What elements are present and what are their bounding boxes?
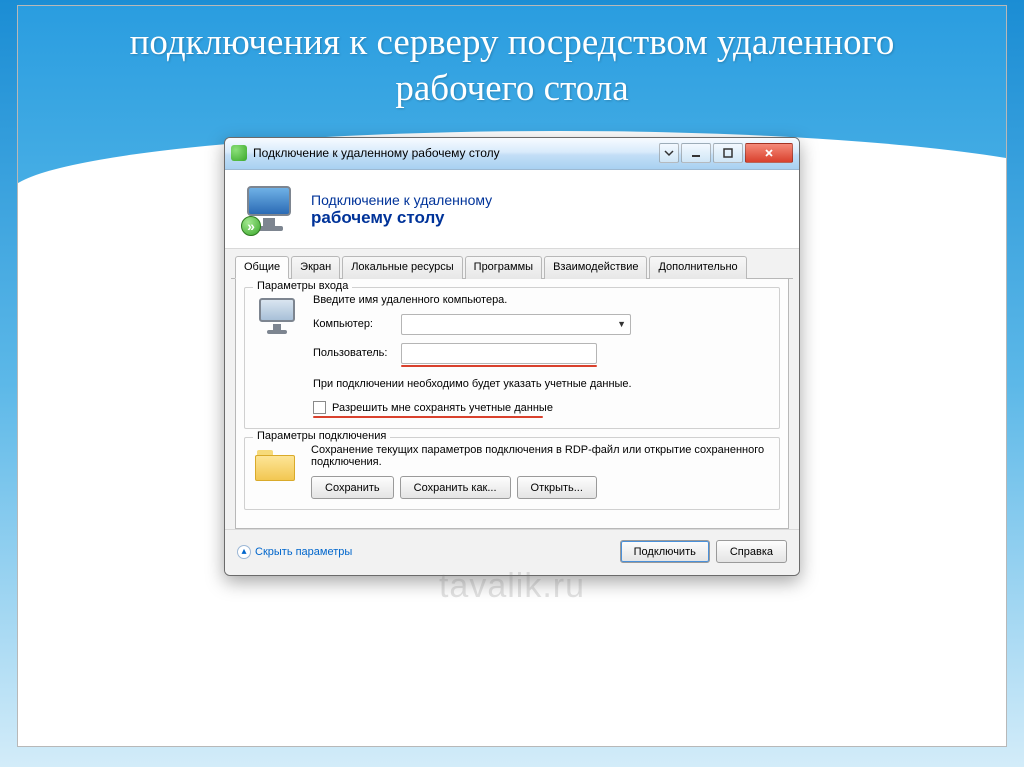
- login-group-title: Параметры входа: [253, 280, 352, 292]
- tabs-bar: Общие Экран Локальные ресурсы Программы …: [231, 255, 793, 279]
- connect-button[interactable]: Подключить: [620, 540, 710, 563]
- hide-parameters-label: Скрыть параметры: [255, 546, 352, 558]
- computer-combobox[interactable]: ▼: [401, 314, 631, 335]
- header-line1: Подключение к удаленному: [311, 192, 492, 208]
- computer-label: Компьютер:: [313, 318, 397, 330]
- titlebar[interactable]: Подключение к удаленному рабочему столу: [225, 138, 799, 170]
- slide-title: подключения к серверу посредством удален…: [58, 20, 966, 113]
- save-credentials-label: Разрешить мне сохранять учетные данные: [332, 402, 553, 414]
- tab-advanced[interactable]: Дополнительно: [649, 256, 746, 279]
- close-icon: [764, 148, 774, 158]
- dialog-footer: ▴ Скрыть параметры Подключить Справка: [225, 529, 799, 575]
- login-instruction: Введите имя удаленного компьютера.: [313, 294, 769, 306]
- connect-badge-icon: »: [241, 216, 261, 236]
- minimize-button[interactable]: [681, 143, 711, 163]
- slide: подключения к серверу посредством удален…: [17, 5, 1007, 747]
- window-title: Подключение к удаленному рабочему столу: [253, 146, 653, 160]
- tab-experience[interactable]: Взаимодействие: [544, 256, 647, 279]
- save-credentials-checkbox[interactable]: [313, 401, 326, 414]
- header-line2: рабочему столу: [311, 208, 492, 228]
- tab-panel-general: Параметры входа Введите имя удаленного к…: [235, 279, 789, 530]
- connection-group-title: Параметры подключения: [253, 430, 390, 442]
- window-controls: [659, 143, 793, 163]
- tab-programs[interactable]: Программы: [465, 256, 542, 279]
- maximize-button[interactable]: [713, 143, 743, 163]
- tab-general[interactable]: Общие: [235, 256, 289, 279]
- tab-display[interactable]: Экран: [291, 256, 340, 279]
- app-icon: [231, 145, 247, 161]
- save-button[interactable]: Сохранить: [311, 476, 394, 499]
- save-as-button[interactable]: Сохранить как...: [400, 476, 511, 499]
- credentials-note: При подключении необходимо будет указать…: [313, 377, 769, 392]
- titlebar-dropdown-button[interactable]: [659, 143, 679, 163]
- remote-desktop-icon: »: [243, 186, 297, 234]
- hide-parameters-link[interactable]: ▴ Скрыть параметры: [237, 545, 352, 559]
- annotation-underline-user: [401, 365, 597, 367]
- open-button[interactable]: Открыть...: [517, 476, 597, 499]
- tab-local-resources[interactable]: Локальные ресурсы: [342, 256, 462, 279]
- login-group: Параметры входа Введите имя удаленного к…: [244, 287, 780, 430]
- annotation-underline-checkbox: [313, 416, 543, 418]
- dialog-header: » Подключение к удаленному рабочему стол…: [225, 170, 799, 249]
- folder-icon: [255, 448, 299, 484]
- user-label: Пользователь:: [313, 347, 397, 359]
- connection-group: Параметры подключения Сохранение текущих…: [244, 437, 780, 510]
- close-button[interactable]: [745, 143, 793, 163]
- chevron-down-icon: ▼: [617, 319, 626, 329]
- computer-icon: [255, 298, 301, 340]
- user-field[interactable]: [401, 343, 597, 364]
- chevron-down-icon: [664, 148, 674, 158]
- maximize-icon: [723, 148, 733, 158]
- chevron-up-icon: ▴: [237, 545, 251, 559]
- help-button[interactable]: Справка: [716, 540, 787, 563]
- connection-text: Сохранение текущих параметров подключени…: [311, 444, 769, 468]
- minimize-icon: [691, 148, 701, 158]
- rdp-window: Подключение к удаленному рабочему столу: [224, 137, 800, 577]
